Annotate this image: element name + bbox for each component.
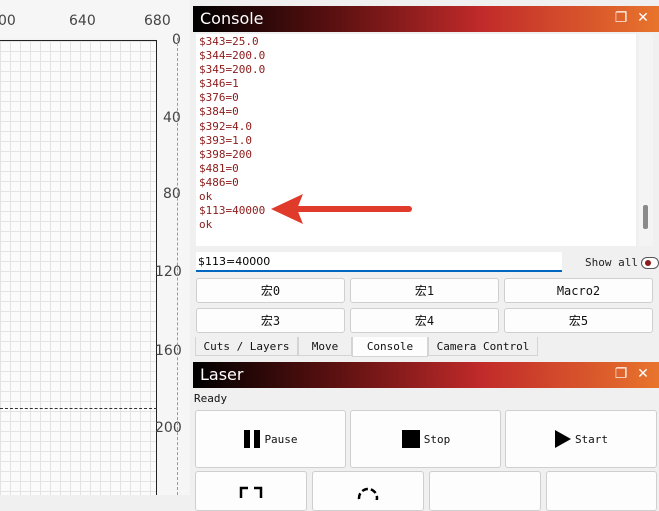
dock-tab-bar: Cuts / Layers Move Console Camera Contro…	[193, 337, 659, 357]
ruler-tick-label: 640	[69, 13, 96, 29]
laser-title: Laser	[200, 365, 244, 384]
home-button[interactable]	[312, 471, 424, 511]
laser-titlebar[interactable]: Laser ❐ ✕	[193, 362, 659, 388]
console-output-line: $393=1.0	[199, 133, 252, 147]
undock-icon[interactable]: ❐	[613, 366, 629, 382]
toggle-knob	[645, 260, 651, 266]
macro-2-button[interactable]: Macro2	[504, 278, 653, 303]
start-icon	[554, 430, 571, 448]
tab-cuts-layers[interactable]: Cuts / Layers	[195, 337, 298, 356]
stop-icon	[401, 430, 420, 448]
macro-0-button[interactable]: 宏0	[196, 278, 345, 303]
console-output-line: $486=0	[199, 175, 239, 189]
console-output-lines: $343=25.0 $344=200.0 $345=200.0 $346=1 $376=…	[196, 34, 636, 232]
frame-button[interactable]	[195, 471, 307, 511]
console-output-line: $392=4.0	[199, 119, 252, 133]
console-output-line: $398=200	[199, 147, 252, 161]
undock-icon[interactable]: ❐	[613, 10, 629, 26]
ruler-tick-label: 80	[163, 186, 181, 202]
canvas-edge-guide	[177, 38, 178, 495]
start-button[interactable]: Start	[505, 410, 657, 468]
tab-move[interactable]: Move	[298, 337, 352, 356]
scrollbar-thumb[interactable]	[643, 205, 648, 229]
laser-status-text: Ready	[194, 392, 228, 405]
stop-label: Stop	[423, 432, 451, 446]
macro-3-button[interactable]: 宏3	[196, 308, 345, 333]
home-icon	[357, 487, 379, 500]
dock-panel: Console ❐ ✕ $343=25.0 $344=200.0 $345=200.…	[193, 0, 659, 511]
start-label: Start	[574, 432, 609, 446]
frame-icon	[239, 486, 263, 498]
show-all-toggle[interactable]	[641, 257, 659, 269]
ruler-tick-label: 40	[163, 110, 181, 126]
annotation-arrow-icon	[271, 194, 412, 224]
macro-5-button[interactable]: 宏5	[504, 308, 653, 333]
vertical-ruler: 0 40 80 120 160 200	[155, 30, 190, 495]
laser-action-button[interactable]	[429, 471, 541, 511]
macro-4-button[interactable]: 宏4	[350, 308, 499, 333]
ruler-tick-label: 680	[144, 13, 171, 29]
console-output-line: $481=0	[199, 161, 239, 175]
pause-icon	[244, 430, 261, 448]
console-scrollbar[interactable]	[639, 34, 653, 246]
laser-action-button[interactable]	[546, 471, 657, 511]
tab-camera-control[interactable]: Camera Control	[428, 337, 538, 356]
console-titlebar[interactable]: Console ❐ ✕	[193, 6, 659, 32]
work-area-boundary-line	[0, 408, 157, 409]
pause-button[interactable]: Pause	[195, 410, 346, 468]
console-title: Console	[200, 9, 264, 28]
console-output-line: $344=200.0	[199, 49, 266, 63]
stop-button[interactable]: Stop	[350, 410, 501, 468]
close-icon[interactable]: ✕	[635, 10, 651, 26]
macro-1-button[interactable]: 宏1	[350, 278, 499, 303]
console-output-line: $343=25.0	[199, 35, 259, 48]
console-command-input[interactable]	[196, 252, 562, 272]
ruler-tick-label: 00	[0, 13, 16, 29]
tab-console[interactable]: Console	[352, 337, 428, 357]
console-output-line: $384=0	[199, 105, 239, 119]
console-output-line: $345=200.0	[199, 63, 266, 77]
console-output[interactable]: $343=25.0 $344=200.0 $345=200.0 $346=1 $376=…	[196, 34, 636, 246]
console-output-line: $346=1	[199, 77, 239, 91]
canvas-grid[interactable]	[0, 40, 157, 495]
show-all-label: Show all	[585, 256, 638, 269]
pause-label: Pause	[264, 432, 298, 446]
close-icon[interactable]: ✕	[635, 366, 651, 382]
console-output-line: $376=0	[199, 91, 239, 105]
design-canvas-area[interactable]: 00 640 680 0 40 80 120 160 200	[0, 0, 190, 495]
